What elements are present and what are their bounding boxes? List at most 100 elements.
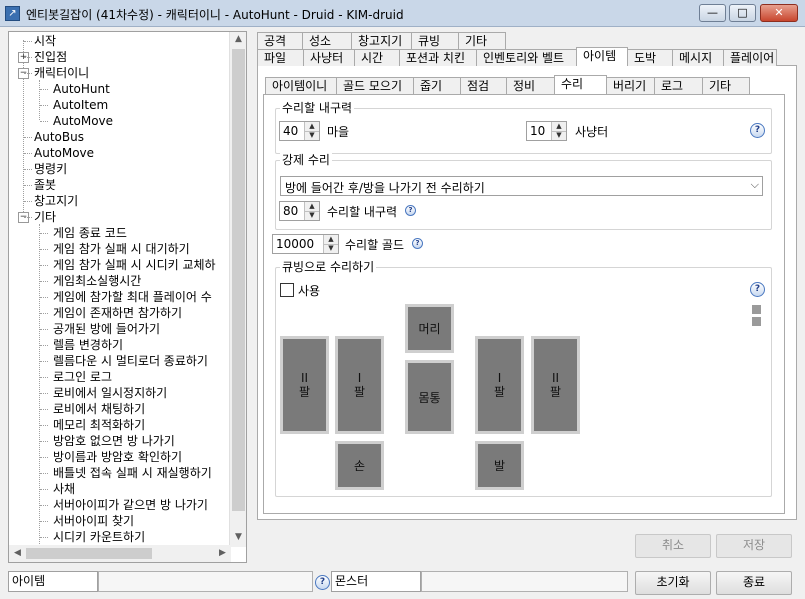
tree-item[interactable]: 로비에서 일시정지하기 xyxy=(53,385,167,401)
tab-row2-0[interactable]: 파일 xyxy=(257,49,304,66)
tree-item[interactable]: 명령키 xyxy=(34,161,67,177)
tree-item[interactable]: 진입점 xyxy=(34,49,67,65)
use-cube-repair-checkbox[interactable] xyxy=(280,283,294,297)
right-arm-2-slot[interactable]: II 팔 xyxy=(531,336,580,434)
minimize-button[interactable]: — xyxy=(699,4,726,22)
tab-row2-1[interactable]: 사냥터 xyxy=(303,49,355,66)
tree-item[interactable]: 렐름다운 시 멀티로더 종료하기 xyxy=(53,353,208,369)
save-button[interactable]: 저장 xyxy=(716,534,792,558)
subtab-8[interactable]: 기타 xyxy=(702,77,750,94)
tab-row2-3[interactable]: 포션과 치킨 xyxy=(399,49,477,66)
tree-item[interactable]: 시작 xyxy=(34,33,56,49)
tree-item[interactable]: 로그인 로그 xyxy=(53,369,112,385)
tree-item[interactable]: AutoMove xyxy=(34,145,94,161)
tree-item[interactable]: 캐릭터이니 xyxy=(34,65,89,81)
tree-item[interactable]: 사채 xyxy=(53,481,75,497)
tree-horizontal-scroll-thumb[interactable] xyxy=(26,548,152,559)
tree-item[interactable]: 렐름 변경하기 xyxy=(53,337,123,353)
tree-item[interactable]: 게임 참가 실패 시 대기하기 xyxy=(53,241,190,257)
scroll-down-icon[interactable]: ▼ xyxy=(230,532,246,542)
foot-slot[interactable]: 발 xyxy=(475,441,524,490)
tree-item[interactable]: 게임이 존재하면 참가하기 xyxy=(53,305,182,321)
tree-item[interactable]: 메모리 최적화하기 xyxy=(53,417,145,433)
tab-0[interactable]: 공격 xyxy=(257,32,303,49)
tab-row2-6[interactable]: 도박 xyxy=(627,49,673,66)
spin-down-icon[interactable]: ▼ xyxy=(552,131,566,140)
village-label: 마을 xyxy=(327,125,350,139)
tree-item[interactable]: 게임최소실행시간 xyxy=(53,273,141,289)
help-icon[interactable]: ? xyxy=(412,238,423,249)
scroll-up-icon[interactable]: ▲ xyxy=(230,34,246,44)
hunt-durability-spinner[interactable]: 10 ▲ ▼ xyxy=(526,121,567,141)
tree-item[interactable]: AutoHunt xyxy=(53,81,110,97)
tab-row2-7[interactable]: 메시지 xyxy=(672,49,724,66)
tree-item[interactable]: 게임에 참가할 최대 플레이어 수 xyxy=(53,289,212,305)
left-arm-1-slot[interactable]: I 팔 xyxy=(335,336,384,434)
cancel-button[interactable]: 취소 xyxy=(635,534,711,558)
tab-row2-4[interactable]: 인벤토리와 벨트 xyxy=(476,49,577,66)
help-icon[interactable]: ? xyxy=(405,205,416,216)
help-icon[interactable]: ? xyxy=(315,575,330,590)
subtab-0[interactable]: 아이템이니 xyxy=(265,77,337,94)
tree-item[interactable]: 서버아이피가 같으면 방 나가기 xyxy=(53,497,208,513)
tree-item[interactable]: 로비에서 채팅하기 xyxy=(53,401,145,417)
maximize-button[interactable]: □ xyxy=(729,4,756,22)
tree-item[interactable]: 게임 참가 실패 시 시디키 교체하 xyxy=(53,257,216,273)
tree-horizontal-scrollbar[interactable]: ◀ ▶ xyxy=(9,545,231,562)
tab-1[interactable]: 성소 xyxy=(302,32,352,49)
tab-row2-2[interactable]: 시간 xyxy=(354,49,400,66)
subtab-5[interactable]: 수리 xyxy=(554,75,607,94)
left-arm-2-slot[interactable]: II 팔 xyxy=(280,336,329,434)
tree-item[interactable]: AutoItem xyxy=(53,97,108,113)
scroll-marker xyxy=(752,317,761,326)
tree-vertical-scrollbar[interactable]: ▲ ▼ xyxy=(229,32,246,547)
tree-guide xyxy=(40,121,48,122)
tree-item[interactable]: AutoBus xyxy=(34,129,84,145)
subtab-2[interactable]: 줍기 xyxy=(413,77,461,94)
settings-tree[interactable]: + − − 시작 진입점 캐릭터이니 AutoHunt AutoItem AutoMove… xyxy=(8,31,247,563)
tree-item[interactable]: 배틀넷 접속 실패 시 재실행하기 xyxy=(53,465,212,481)
head-slot[interactable]: 머리 xyxy=(405,304,454,353)
subtab-7[interactable]: 로그 xyxy=(654,77,703,94)
subtab-4[interactable]: 정비 xyxy=(506,77,555,94)
tab-2[interactable]: 창고지기 xyxy=(351,32,412,49)
tree-guide xyxy=(24,73,32,74)
right-arm-1-slot[interactable]: I 팔 xyxy=(475,336,524,434)
help-icon[interactable]: ? xyxy=(750,123,765,138)
tree-item[interactable]: 기타 xyxy=(34,209,56,225)
subtab-3[interactable]: 점검 xyxy=(460,77,507,94)
tab-row2-5[interactable]: 아이템 xyxy=(576,47,628,66)
force-repair-dropdown[interactable]: 방에 들어간 후/방을 나가기 전 수리하기 ⌵ xyxy=(280,176,763,196)
tree-vertical-scroll-thumb[interactable] xyxy=(232,49,245,511)
tree-item[interactable]: AutoMove xyxy=(53,113,113,129)
tree-guide xyxy=(40,281,48,282)
chevron-down-icon[interactable]: ⌵ xyxy=(751,178,759,192)
tree-item[interactable]: 방이름과 방암호 확인하기 xyxy=(53,449,182,465)
tree-item[interactable]: 졸봇 xyxy=(34,177,56,193)
body-slot[interactable]: 몸통 xyxy=(405,360,454,434)
spin-down-icon[interactable]: ▼ xyxy=(324,244,338,253)
tree-item[interactable]: 창고지기 xyxy=(34,193,78,209)
repair-gold-spinner[interactable]: 10000 ▲ ▼ xyxy=(272,234,339,254)
help-icon[interactable]: ? xyxy=(750,282,765,297)
scroll-right-icon[interactable]: ▶ xyxy=(214,548,231,558)
reset-button[interactable]: 초기화 xyxy=(635,571,711,595)
tree-item[interactable]: 게임 종료 코드 xyxy=(53,225,127,241)
tab-4[interactable]: 기타 xyxy=(458,32,506,49)
spin-down-icon[interactable]: ▼ xyxy=(305,131,319,140)
subtab-1[interactable]: 골드 모으기 xyxy=(336,77,414,94)
tree-item[interactable]: 방암호 없으면 방 나가기 xyxy=(53,433,175,449)
subtab-6[interactable]: 버리기 xyxy=(606,77,655,94)
spin-down-icon[interactable]: ▼ xyxy=(305,211,319,220)
close-window-button[interactable]: ✕ xyxy=(760,4,798,22)
hand-slot[interactable]: 손 xyxy=(335,441,384,490)
tree-item[interactable]: 서버아이피 찾기 xyxy=(53,513,134,529)
scroll-left-icon[interactable]: ◀ xyxy=(9,548,26,558)
exit-button[interactable]: 종료 xyxy=(716,571,792,595)
village-durability-spinner[interactable]: 40 ▲ ▼ xyxy=(279,121,320,141)
tree-item[interactable]: 시디키 카운트하기 xyxy=(53,529,145,545)
force-durability-spinner[interactable]: 80 ▲ ▼ xyxy=(279,201,320,221)
tree-item[interactable]: 공개된 방에 들어가기 xyxy=(53,321,160,337)
tab-row2-8[interactable]: 플레이어 xyxy=(723,49,777,66)
tab-3[interactable]: 큐빙 xyxy=(411,32,459,49)
